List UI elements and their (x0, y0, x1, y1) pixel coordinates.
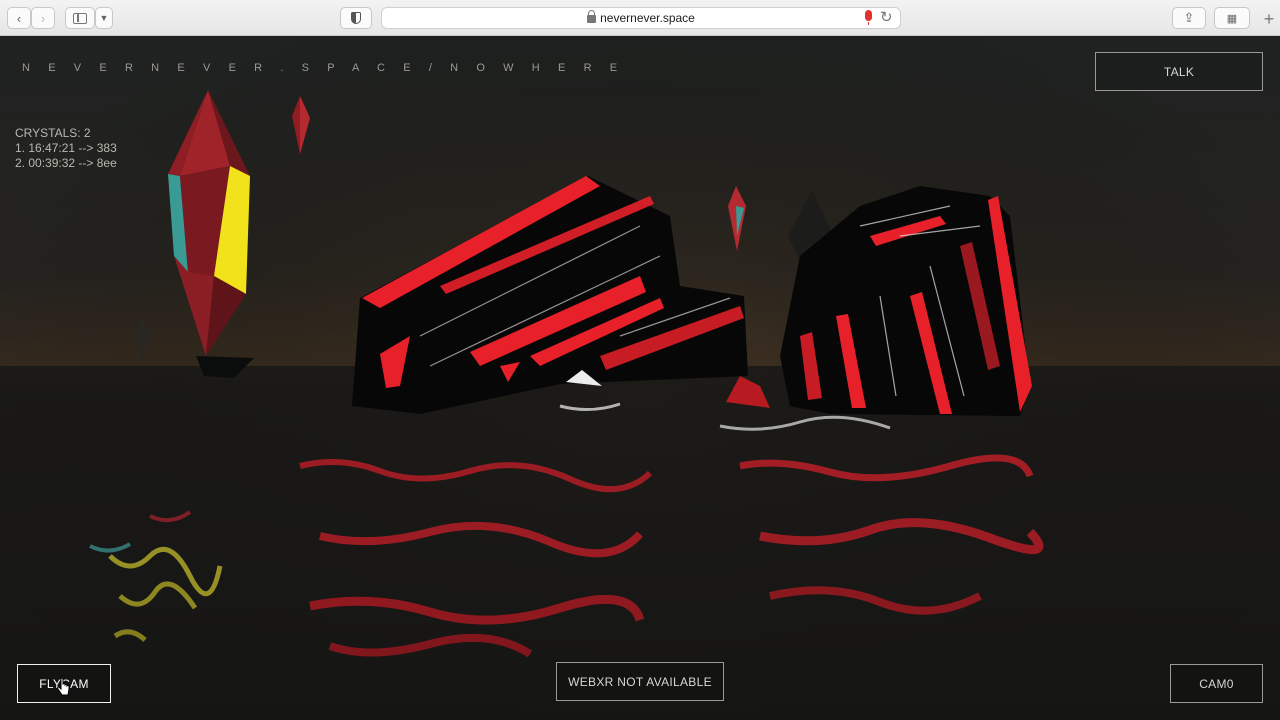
url-text: nevernever.space (600, 11, 695, 25)
webxr-button[interactable]: WEBXR NOT AVAILABLE (556, 662, 724, 701)
site-title: N E V E R N E V E R . S P A C E / N O W … (22, 62, 625, 74)
chevron-right-icon: › (40, 10, 46, 26)
microphone-icon[interactable] (865, 10, 872, 25)
sidebar-icon (73, 12, 87, 24)
forward-button[interactable]: › (31, 7, 55, 29)
scene-render (0, 36, 1280, 720)
privacy-shield-icon (351, 12, 361, 24)
cam0-button[interactable]: CAM0 (1170, 664, 1263, 703)
chevron-left-icon: ‹ (16, 10, 22, 26)
pointer-cursor-icon (57, 678, 70, 696)
crystal-entry: 1. 16:47:21 --> 383 (15, 141, 117, 155)
browser-toolbar: ‹ › ▼ nevernever.space ↻ ⇪ ▦ + (0, 0, 1280, 36)
back-button[interactable]: ‹ (7, 7, 31, 29)
sidebar-menu-button[interactable]: ▼ (95, 7, 113, 29)
privacy-button[interactable] (340, 7, 372, 29)
scene-canvas[interactable]: N E V E R N E V E R . S P A C E / N O W … (0, 36, 1280, 720)
chevron-down-icon: ▼ (99, 13, 109, 23)
crystal-hud: CRYSTALS: 2 1. 16:47:21 --> 383 2. 00:39… (15, 126, 117, 171)
crystal-entry: 2. 00:39:32 --> 8ee (15, 156, 117, 170)
talk-button[interactable]: TALK (1095, 52, 1263, 91)
share-icon: ⇪ (1183, 10, 1195, 25)
crystal-count: CRYSTALS: 2 (15, 126, 91, 140)
lock-icon (587, 10, 597, 23)
share-button[interactable]: ⇪ (1172, 7, 1206, 29)
sidebar-button[interactable] (65, 7, 95, 29)
tab-overview-button[interactable]: ▦ (1214, 7, 1250, 29)
address-bar[interactable]: nevernever.space (381, 7, 901, 29)
reload-icon[interactable]: ↻ (880, 8, 893, 26)
tab-overview-icon: ▦ (1226, 12, 1238, 25)
new-tab-icon[interactable]: + (1258, 8, 1280, 30)
